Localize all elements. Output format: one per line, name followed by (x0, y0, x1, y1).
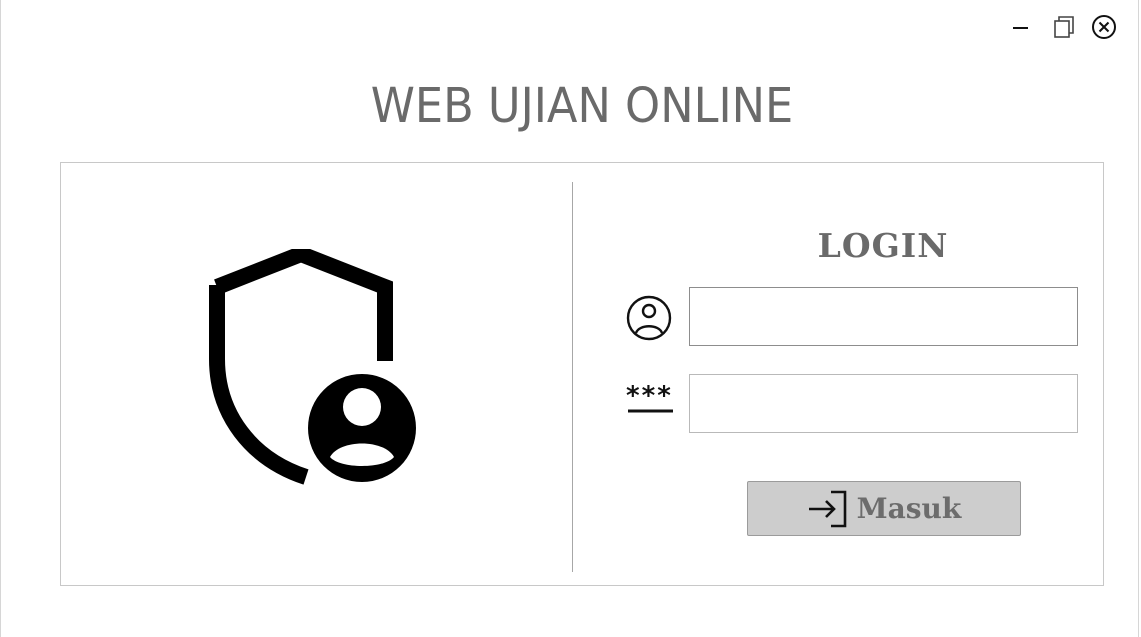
minimize-button[interactable] (1010, 12, 1032, 42)
password-input[interactable] (689, 374, 1078, 433)
app-title: WEB UJIAN ONLINE (370, 78, 794, 134)
maximize-button[interactable] (1051, 12, 1077, 42)
restore-icon (1054, 16, 1074, 38)
submit-label: Masuk (856, 492, 962, 525)
close-button[interactable] (1090, 12, 1118, 42)
submit-button[interactable]: Masuk (747, 481, 1021, 536)
login-title: LOGIN (817, 226, 949, 265)
login-arrow-icon (808, 490, 846, 527)
shield-user-icon (206, 245, 421, 489)
login-window: WEB UJIAN ONLINE LOGIN *** Masuk (0, 0, 1139, 637)
username-input[interactable] (689, 287, 1078, 346)
svg-text:***: *** (626, 384, 673, 411)
panel-divider (572, 182, 573, 572)
close-icon (1092, 15, 1116, 39)
user-circle-icon (625, 294, 673, 346)
password-asterisk-icon: *** (625, 381, 677, 420)
minimize-icon (1013, 27, 1028, 29)
